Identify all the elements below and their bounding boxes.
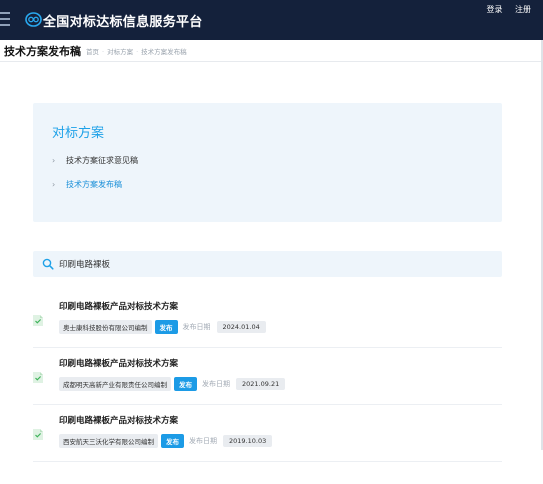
status-badge: 发布 (161, 434, 184, 448)
result-meta: 成都明天高新产业有限责任公司编制 发布 发布日期 2021.09.21 (59, 377, 286, 391)
menu-icon[interactable] (0, 12, 10, 27)
status-badge: 发布 (154, 320, 178, 334)
publish-date: 2019.10.03 (223, 435, 273, 447)
breadcrumb-separator: · (136, 48, 139, 56)
result-title[interactable]: 印刷电路裸板产品对标技术方案 (59, 357, 178, 369)
document-icon (33, 429, 43, 440)
category-panel: 对标方案 › 技术方案征求意见稿 › 技术方案发布稿 (33, 103, 502, 222)
date-label: 发布日期 (189, 437, 217, 445)
result-meta: 奥士康科技股份有限公司编制 发布 发布日期 2024.01.04 (59, 320, 266, 334)
search-box[interactable]: 印刷电路裸板 (33, 251, 502, 277)
top-navigation-bar: 全国对标达标信息服务平台 登录 注册 (0, 0, 543, 40)
date-label: 发布日期 (182, 323, 211, 331)
result-title[interactable]: 印刷电路裸板产品对标技术方案 (59, 300, 178, 312)
chevron-right-icon: › (52, 180, 56, 189)
page-header: 技术方案发布稿 首页 · 对标方案 · 技术方案发布稿 (0, 40, 543, 62)
account-links: 登录 注册 (476, 4, 531, 15)
search-input[interactable]: 印刷电路裸板 (59, 258, 110, 270)
panel-title: 对标方案 (52, 126, 105, 141)
result-item[interactable]: 印刷电路裸板产品对标技术方案 西安航天三沃化学有限公司编制 发布 发布日期 2019.… (33, 406, 502, 462)
breadcrumb-current: 技术方案发布稿 (141, 48, 187, 56)
breadcrumb: 首页 · 对标方案 · 技术方案发布稿 (86, 46, 187, 56)
breadcrumb-home[interactable]: 首页 (86, 48, 99, 56)
status-badge: 发布 (174, 377, 197, 391)
site-title[interactable]: 全国对标达标信息服务平台 (43, 11, 203, 30)
panel-item-draft-for-comment[interactable]: › 技术方案征求意见稿 (52, 155, 138, 166)
breadcrumb-section[interactable]: 对标方案 (107, 48, 133, 56)
panel-item-label: 技术方案征求意见稿 (66, 156, 138, 165)
register-link[interactable]: 注册 (515, 5, 531, 14)
page-title: 技术方案发布稿 (4, 45, 81, 58)
organization-tag: 西安航天三沃化学有限公司编制 (59, 434, 158, 448)
date-label: 发布日期 (202, 380, 230, 388)
search-icon[interactable] (42, 258, 54, 270)
result-item[interactable]: 印刷电路裸板产品对标技术方案 奥士康科技股份有限公司编制 发布 发布日期 2024.0… (33, 292, 502, 348)
panel-item-published[interactable]: › 技术方案发布稿 (52, 179, 122, 190)
publish-date: 2021.09.21 (236, 378, 286, 390)
login-link[interactable]: 登录 (486, 5, 502, 14)
logo-icon (25, 12, 42, 27)
result-meta: 西安航天三沃化学有限公司编制 发布 发布日期 2019.10.03 (59, 434, 273, 448)
result-title[interactable]: 印刷电路裸板产品对标技术方案 (59, 414, 178, 426)
chevron-right-icon: › (52, 156, 56, 165)
panel-item-label: 技术方案发布稿 (66, 180, 122, 189)
organization-tag: 奥士康科技股份有限公司编制 (59, 320, 152, 334)
document-icon (33, 372, 43, 383)
publish-date: 2024.01.04 (216, 321, 266, 333)
document-icon (33, 315, 43, 326)
result-item[interactable]: 印刷电路裸板产品对标技术方案 成都明天高新产业有限责任公司编制 发布 发布日期 202… (33, 349, 502, 405)
organization-tag: 成都明天高新产业有限责任公司编制 (59, 377, 171, 391)
breadcrumb-separator: · (102, 48, 105, 56)
